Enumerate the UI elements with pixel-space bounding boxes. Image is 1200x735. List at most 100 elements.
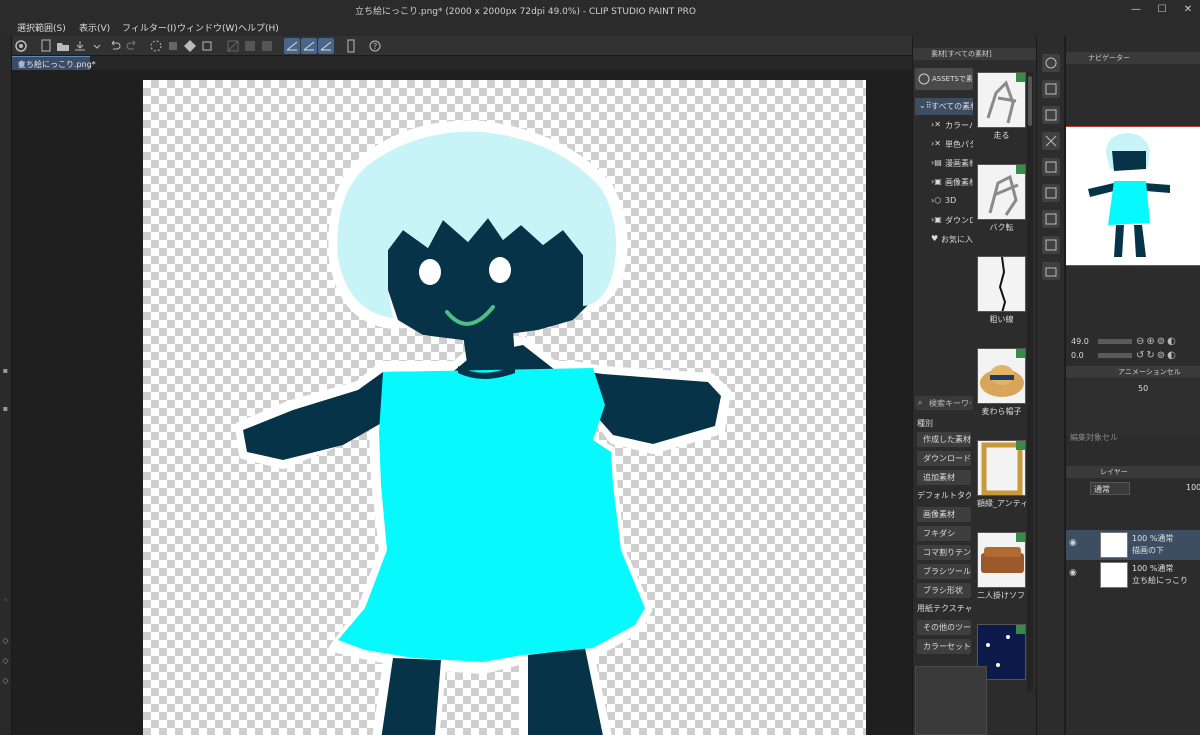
layer-icon[interactable]: ▪ [1,404,10,413]
material-search-input[interactable]: ⌕ 検索キーワード [915,396,973,410]
layer-property-icon[interactable] [1042,210,1060,228]
image-icon: ›▣ [931,177,942,186]
redo-icon[interactable] [124,38,140,54]
undo-icon[interactable] [107,38,123,54]
deselect-icon[interactable] [225,38,241,54]
assets-button[interactable]: ASSETSで素材を探す [915,68,973,90]
kind-button[interactable]: 画像素材 [917,507,971,522]
kind-button[interactable]: ブラシツール [917,564,971,579]
sub-view-icon[interactable] [1042,80,1060,98]
chevron-icon[interactable]: ◇ [1,676,10,685]
search-layer-icon[interactable] [1042,236,1060,254]
material-thumbnail[interactable]: 走る [977,72,1026,142]
menu-help[interactable]: ヘルプ(H) [238,21,279,34]
canvas-document[interactable] [143,80,866,735]
materials-panel-title: 素材[すべての素材] [931,50,992,58]
invert-selection-icon[interactable] [242,38,258,54]
mask-icon[interactable] [259,38,275,54]
fill-icon[interactable] [165,38,181,54]
layer-tab[interactable]: レイヤー [1066,466,1200,478]
tree-item-mono-pattern[interactable]: ›✕単色パターン [915,136,973,153]
crop-icon[interactable] [199,38,215,54]
snap-ruler-icon[interactable] [284,38,300,54]
layer-row[interactable]: ◉ 100 %通常 立ち絵にっこり [1066,560,1200,590]
canvas-area[interactable] [12,70,912,735]
material-thumbnail[interactable]: 麦わら帽子 [977,348,1026,418]
materials-panel-header: 素材[すべての素材] [913,48,1037,60]
tree-item-download[interactable]: ›▣ダウンロード [915,212,973,229]
layer-opacity[interactable]: 100 [1186,483,1200,492]
kind-button[interactable]: 作成した素材 [917,432,971,447]
color-icon[interactable] [1042,132,1060,150]
save-icon[interactable] [72,38,88,54]
camera-icon[interactable] [1042,262,1060,280]
kind-button[interactable]: その他のツール [917,620,971,635]
download-icon: ›▣ [931,215,942,224]
blend-mode-select[interactable]: 通常 [1090,482,1130,495]
menu-select[interactable]: 選択範囲(S) [17,21,66,34]
rotate-buttons[interactable]: ↺↻⊚◐ [1136,350,1178,361]
material-thumbnail[interactable]: 額縁_アンティーク [977,440,1026,510]
animation-value: 50 [1138,384,1149,393]
minimize-button[interactable]: — [1126,2,1146,18]
command-bar: ? [0,36,912,56]
menu-filter[interactable]: フィルター(I) [122,21,177,34]
tree-item-all[interactable]: ⌄⠿すべての素材 [915,98,973,115]
kind-button[interactable]: コマ割りテンプレート [917,545,971,560]
menu-window[interactable]: ウィンドウ(W) [177,21,238,34]
zoom-buttons[interactable]: ⊖⊕⊚◐ [1136,336,1178,347]
clear-icon[interactable] [148,38,164,54]
navigator-preview[interactable] [1066,126,1200,266]
kind-button[interactable]: フキダシ [917,526,971,541]
chevron-icon[interactable]: ◇ [1,656,10,665]
rotate-slider[interactable] [1098,353,1132,358]
grid-icon: ⌄⠿ [919,101,932,110]
new-file-icon[interactable] [38,38,54,54]
transform-icon[interactable] [182,38,198,54]
close-button[interactable]: ✕ [1178,2,1198,18]
zoom-slider[interactable] [1098,339,1132,344]
snap-special-ruler-icon[interactable] [301,38,317,54]
tree-item-favorites[interactable]: ♥お気に入り [915,231,973,248]
kind-tag-label: デフォルトタグ [917,491,971,500]
eye-icon[interactable]: ◉ [1069,538,1077,548]
material-thumbnail[interactable]: 粗い線 [977,256,1026,326]
clip-studio-icon[interactable] [13,38,29,54]
tree-item-image[interactable]: ›▣画像素材 [915,174,973,191]
zoom-slider-row[interactable]: 49.0 ⊖⊕⊚◐ [1068,336,1198,348]
timeline-icon[interactable] [1042,158,1060,176]
document-tab-close[interactable]: ● [18,59,25,68]
trash-icon[interactable]: ▪ [1,366,10,375]
layer-row[interactable]: ◉ 100 %通常 描画の下 [1066,530,1200,560]
chevron-down-icon[interactable] [89,38,105,54]
kind-button[interactable]: カラーセット [917,639,971,654]
info-icon[interactable] [1042,106,1060,124]
device-icon[interactable] [343,38,359,54]
navigator-icon[interactable] [1042,54,1060,72]
tree-item-3d[interactable]: ›⬡ 3D [915,193,973,210]
zoom-icon[interactable]: ◦ [1,596,10,605]
maximize-button[interactable]: ☐ [1152,2,1172,18]
help-icon[interactable]: ? [367,38,383,54]
kind-button[interactable]: ダウンロード [917,451,971,466]
menu-view[interactable]: 表示(V) [79,21,110,34]
rotate-slider-row[interactable]: 0.0 ↺↻⊚◐ [1068,350,1198,362]
layer-thumbnail [1100,562,1128,588]
document-tab[interactable]: 立ち絵にっこり.png* ● [12,56,96,70]
history-icon[interactable] [1042,184,1060,202]
snap-grid-icon[interactable] [318,38,334,54]
title-bar: 立ち絵にっこり.png* (2000 x 2000px 72dpi 49.0%)… [0,0,1200,20]
tree-item-color-pattern[interactable]: ›✕カラーパターン [915,117,973,134]
material-thumbnail[interactable]: 二人掛けソファー [977,532,1026,602]
animation-cel-tab[interactable]: アニメーションセル [1066,366,1200,378]
kind-button[interactable]: ブラシ形状 [917,583,971,598]
open-folder-icon[interactable] [55,38,71,54]
kind-button[interactable]: 追加素材 [917,470,971,485]
tree-item-manga[interactable]: ›▤漫画素材 [915,155,973,172]
material-thumbnail[interactable]: バク転 [977,164,1026,234]
navigator-tab[interactable]: ナビゲーター [1066,52,1200,64]
eye-icon[interactable]: ◉ [1069,568,1077,578]
materials-scrollbar[interactable] [1027,72,1033,692]
document-tab-label: 立ち絵にっこり.png* [18,60,96,69]
chevron-icon[interactable]: ◇ [1,636,10,645]
